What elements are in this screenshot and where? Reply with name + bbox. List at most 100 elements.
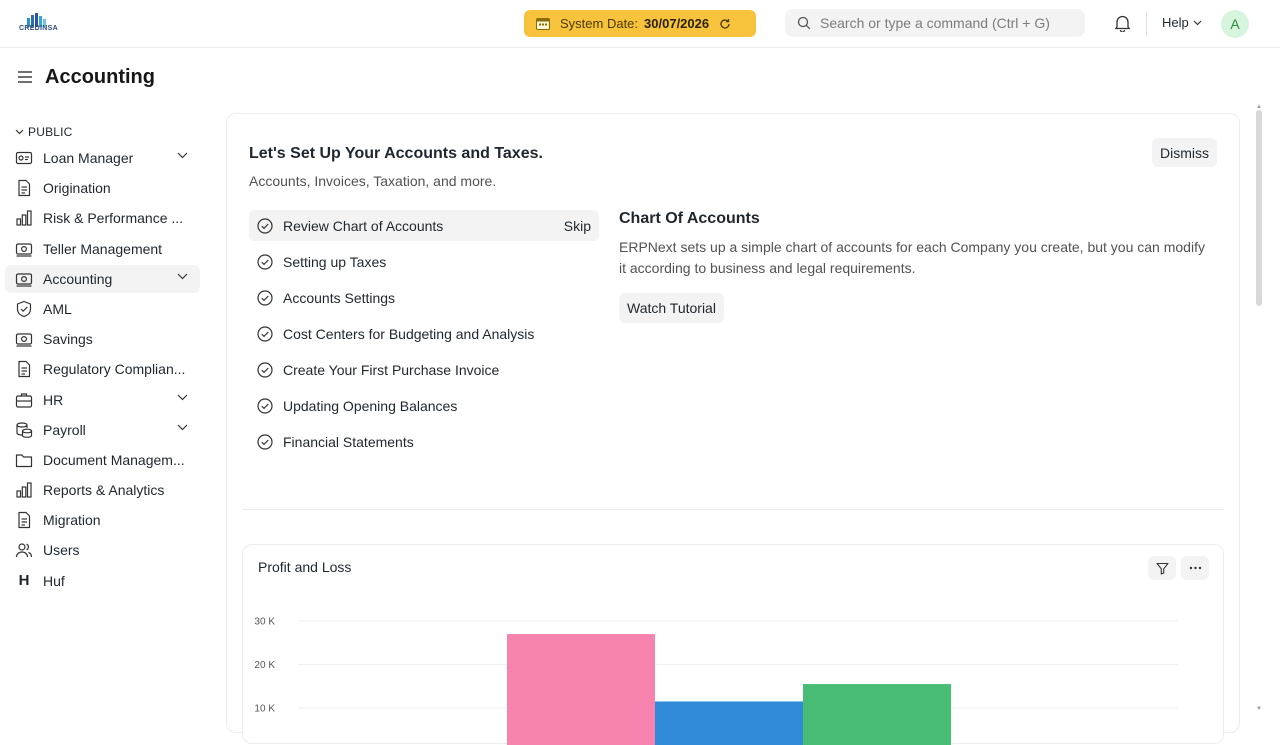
onboarding-step-financial-statements[interactable]: Financial Statements	[249, 426, 599, 457]
search-bar[interactable]	[785, 9, 1085, 37]
sidebar-item-label: Users	[43, 542, 80, 559]
step-label: Review Chart of Accounts	[283, 217, 444, 234]
step-detail-title: Chart Of Accounts	[619, 210, 760, 227]
check-circle-icon	[257, 217, 273, 234]
chart-bar-series-2[interactable]	[655, 701, 803, 745]
sidebar-item-hr[interactable]: HR	[5, 386, 200, 414]
chart-more-options-button[interactable]	[1181, 556, 1209, 580]
chart-filter-button[interactable]	[1148, 556, 1176, 580]
check-circle-icon	[257, 325, 273, 342]
hamburger-menu-icon[interactable]	[17, 70, 33, 84]
sidebar-item-payroll[interactable]: Payroll	[5, 416, 200, 444]
bar-chart-icon	[15, 481, 33, 499]
chart-y-tick-label: 10 K	[254, 704, 275, 715]
sidebar-item-risk-performance[interactable]: Risk & Performance ...	[5, 204, 200, 232]
page-title: Accounting	[45, 66, 155, 88]
check-circle-icon	[257, 397, 273, 414]
sidebar-item-aml[interactable]: AML	[5, 295, 200, 323]
system-date-value: 30/07/2026	[644, 16, 710, 31]
sidebar-item-label: Regulatory Complian...	[43, 361, 186, 378]
sidebar: PUBLIC Loan Manager Origination Risk & Per…	[5, 120, 200, 597]
onboarding-step-create-your-first-purchase-invoice[interactable]: Create Your First Purchase Invoice	[249, 354, 599, 385]
onboarding-step-setting-up-taxes[interactable]: Setting up Taxes	[249, 246, 599, 277]
sidebar-item-label: Reports & Analytics	[43, 482, 165, 499]
refresh-icon[interactable]	[719, 18, 731, 30]
step-label: Setting up Taxes	[283, 253, 387, 270]
card-divider	[242, 509, 1224, 510]
document-icon	[15, 360, 33, 378]
sidebar-item-reports-analytics[interactable]: Reports & Analytics	[5, 476, 200, 504]
chevron-down-icon[interactable]	[177, 273, 188, 280]
shield-icon	[15, 300, 33, 318]
letter-h-icon: H	[18, 572, 30, 590]
system-date-badge[interactable]: System Date: 30/07/2026	[524, 10, 756, 37]
check-circle-icon	[257, 289, 273, 306]
money-icon	[15, 240, 33, 258]
chevron-down-icon[interactable]	[177, 152, 188, 159]
page-scrollbar[interactable]	[1256, 110, 1262, 306]
folder-icon	[15, 451, 33, 469]
sidebar-item-label: Migration	[43, 512, 101, 529]
chart-y-tick-label: 30 K	[254, 617, 275, 628]
briefcase-icon	[15, 391, 33, 409]
sidebar-item-label: Accounting	[43, 270, 113, 287]
step-label: Updating Opening Balances	[283, 397, 458, 414]
chevron-down-icon	[1193, 20, 1202, 25]
onboarding-step-accounts-settings[interactable]: Accounts Settings	[249, 282, 599, 313]
sidebar-item-savings[interactable]: Savings	[5, 325, 200, 353]
document-icon	[15, 511, 33, 529]
system-date-label: System Date:	[560, 16, 639, 31]
chevron-down-icon	[15, 129, 24, 135]
help-dropdown[interactable]: Help	[1162, 15, 1202, 30]
skip-step-button[interactable]: Skip	[564, 218, 591, 234]
filter-icon	[1155, 562, 1169, 575]
step-label: Create Your First Purchase Invoice	[283, 361, 500, 378]
chart-bar-series-3[interactable]	[803, 684, 951, 745]
user-avatar[interactable]: A	[1221, 10, 1249, 38]
sidebar-item-teller-management[interactable]: Teller Management	[5, 235, 200, 263]
sidebar-item-origination[interactable]: Origination	[5, 174, 200, 202]
sidebar-item-label: HR	[43, 391, 64, 408]
chevron-down-icon[interactable]	[177, 424, 188, 431]
step-label: Cost Centers for Budgeting and Analysis	[283, 325, 535, 342]
onboarding-steps-list: Review Chart of Accounts Skip Setting up T…	[249, 210, 599, 462]
sidebar-item-users[interactable]: Users	[5, 536, 200, 564]
sidebar-item-loan-manager[interactable]: Loan Manager	[5, 144, 200, 172]
sidebar-item-accounting[interactable]: Accounting	[5, 264, 200, 293]
sidebar-item-label: Origination	[43, 180, 111, 197]
sidebar-item-label: Huf	[43, 572, 65, 589]
sidebar-section-public[interactable]: PUBLIC	[5, 120, 200, 144]
sidebar-item-label: AML	[43, 300, 72, 317]
more-options-icon	[1189, 566, 1201, 570]
profit-and-loss-chart: 30 K 20 K 10 K	[254, 617, 1178, 745]
chart-bar-series-1[interactable]	[507, 634, 655, 745]
watch-tutorial-button[interactable]: Watch Tutorial	[619, 293, 724, 323]
sidebar-item-huf[interactable]: H Huf	[5, 567, 200, 595]
chart-title: Profit and Loss	[258, 559, 352, 575]
sidebar-item-regulatory-complian[interactable]: Regulatory Complian...	[5, 355, 200, 383]
search-icon	[797, 16, 811, 30]
navbar-divider	[1146, 12, 1147, 36]
card-icon	[15, 149, 33, 167]
help-label: Help	[1162, 15, 1189, 30]
search-input[interactable]	[820, 15, 1070, 31]
scroll-down-arrow-icon[interactable]: ▼	[1256, 706, 1262, 712]
step-detail-description: ERPNext sets up a simple chart of accoun…	[619, 239, 1205, 276]
dismiss-button[interactable]: Dismiss	[1152, 138, 1217, 167]
onboarding-step-cost-centers-for-budgeting-and-analysis[interactable]: Cost Centers for Budgeting and Analysis	[249, 318, 599, 349]
sidebar-item-document-managem[interactable]: Document Managem...	[5, 446, 200, 474]
onboarding-step-updating-opening-balances[interactable]: Updating Opening Balances	[249, 390, 599, 421]
sidebar-item-migration[interactable]: Migration	[5, 506, 200, 534]
step-label: Accounts Settings	[283, 289, 396, 306]
document-icon	[15, 179, 33, 197]
money-icon	[15, 330, 33, 348]
notification-bell-icon[interactable]	[1114, 14, 1131, 32]
sidebar-item-label: Payroll	[43, 421, 86, 438]
top-navbar: CREDINSA System Date: 30/07/2026 Help	[0, 0, 1280, 48]
chevron-down-icon[interactable]	[177, 394, 188, 401]
chart-y-tick-label: 20 K	[254, 660, 275, 671]
onboarding-step-review-chart-of-accounts[interactable]: Review Chart of Accounts Skip	[249, 210, 599, 241]
money-icon	[15, 270, 33, 288]
logo-text: CREDINSA	[19, 25, 58, 32]
onboarding-subtitle: Accounts, Invoices, Taxation, and more.	[249, 173, 497, 189]
